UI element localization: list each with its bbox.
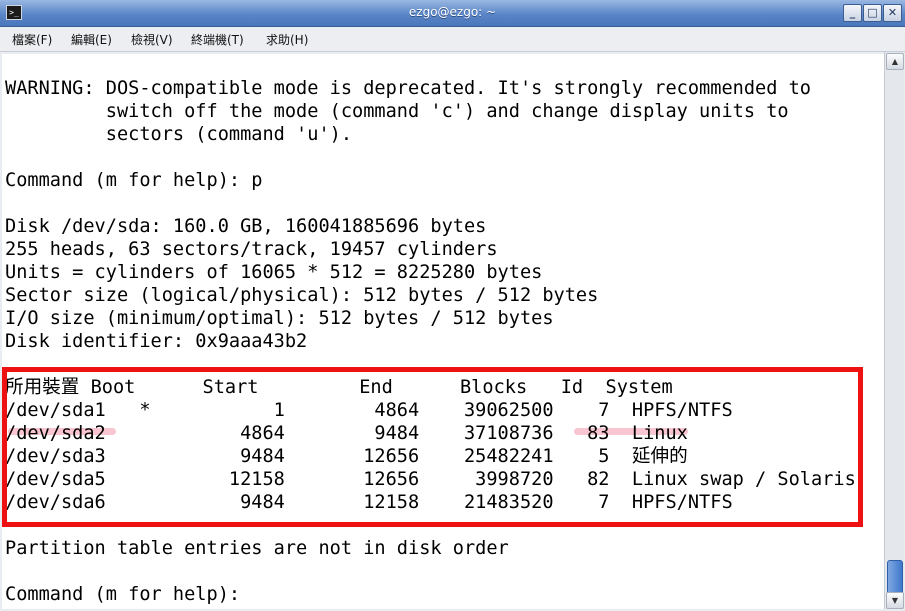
maximize-button[interactable]: □ [863,4,882,22]
terminal-output[interactable]: WARNING: DOS-compatible mode is deprecat… [2,54,884,609]
title-bar[interactable]: >_ ezgo@ezgo: ~ _ □ ✕ [0,0,905,27]
minimize-button[interactable]: _ [843,4,862,22]
terminal-line: sectors (command 'u'). [5,124,353,145]
terminal-line: Partition table entries are not in disk … [5,538,509,559]
close-button[interactable]: ✕ [883,4,902,22]
scroll-up-arrow-icon[interactable]: ▲ [886,53,904,70]
terminal-line: I/O size (minimum/optimal): 512 bytes / … [5,308,554,329]
terminal-line: Sector size (logical/physical): 512 byte… [5,285,599,306]
window-title: ezgo@ezgo: ~ [408,5,497,19]
menu-help[interactable]: 求助(H) [266,31,308,48]
terminal-line: WARNING: DOS-compatible mode is deprecat… [5,78,811,99]
terminal-line: Disk /dev/sda: 160.0 GB, 160041885696 by… [5,216,487,237]
menu-terminal[interactable]: 終端機(T) [191,31,244,48]
terminal-line: switch off the mode (command 'c') and ch… [5,101,789,122]
menu-bar: 檔案(F) 編輯(E) 檢視(V) 終端機(T) 求助(H) [0,27,905,52]
menu-edit[interactable]: 編輯(E) [71,31,112,48]
terminal-line: Units = cylinders of 16065 * 512 = 82252… [5,262,543,283]
scroll-down-arrow-icon[interactable]: ▼ [886,592,904,609]
terminal-line: Disk identifier: 0x9aaa43b2 [5,331,308,352]
vertical-scrollbar[interactable]: ▲ ▼ [884,52,904,609]
terminal-line: Command (m for help): p [5,170,263,191]
scrollbar-thumb[interactable] [887,560,903,594]
menu-view[interactable]: 檢視(V) [131,31,173,48]
terminal-line: 255 heads, 63 sectors/track, 19457 cylin… [5,239,498,260]
partition-table-highlight [2,367,863,527]
command-prompt: Command (m for help): [5,584,252,605]
menu-file[interactable]: 檔案(F) [12,31,52,48]
terminal-window: >_ ezgo@ezgo: ~ _ □ ✕ 檔案(F) 編輯(E) 檢視(V) … [0,0,905,611]
